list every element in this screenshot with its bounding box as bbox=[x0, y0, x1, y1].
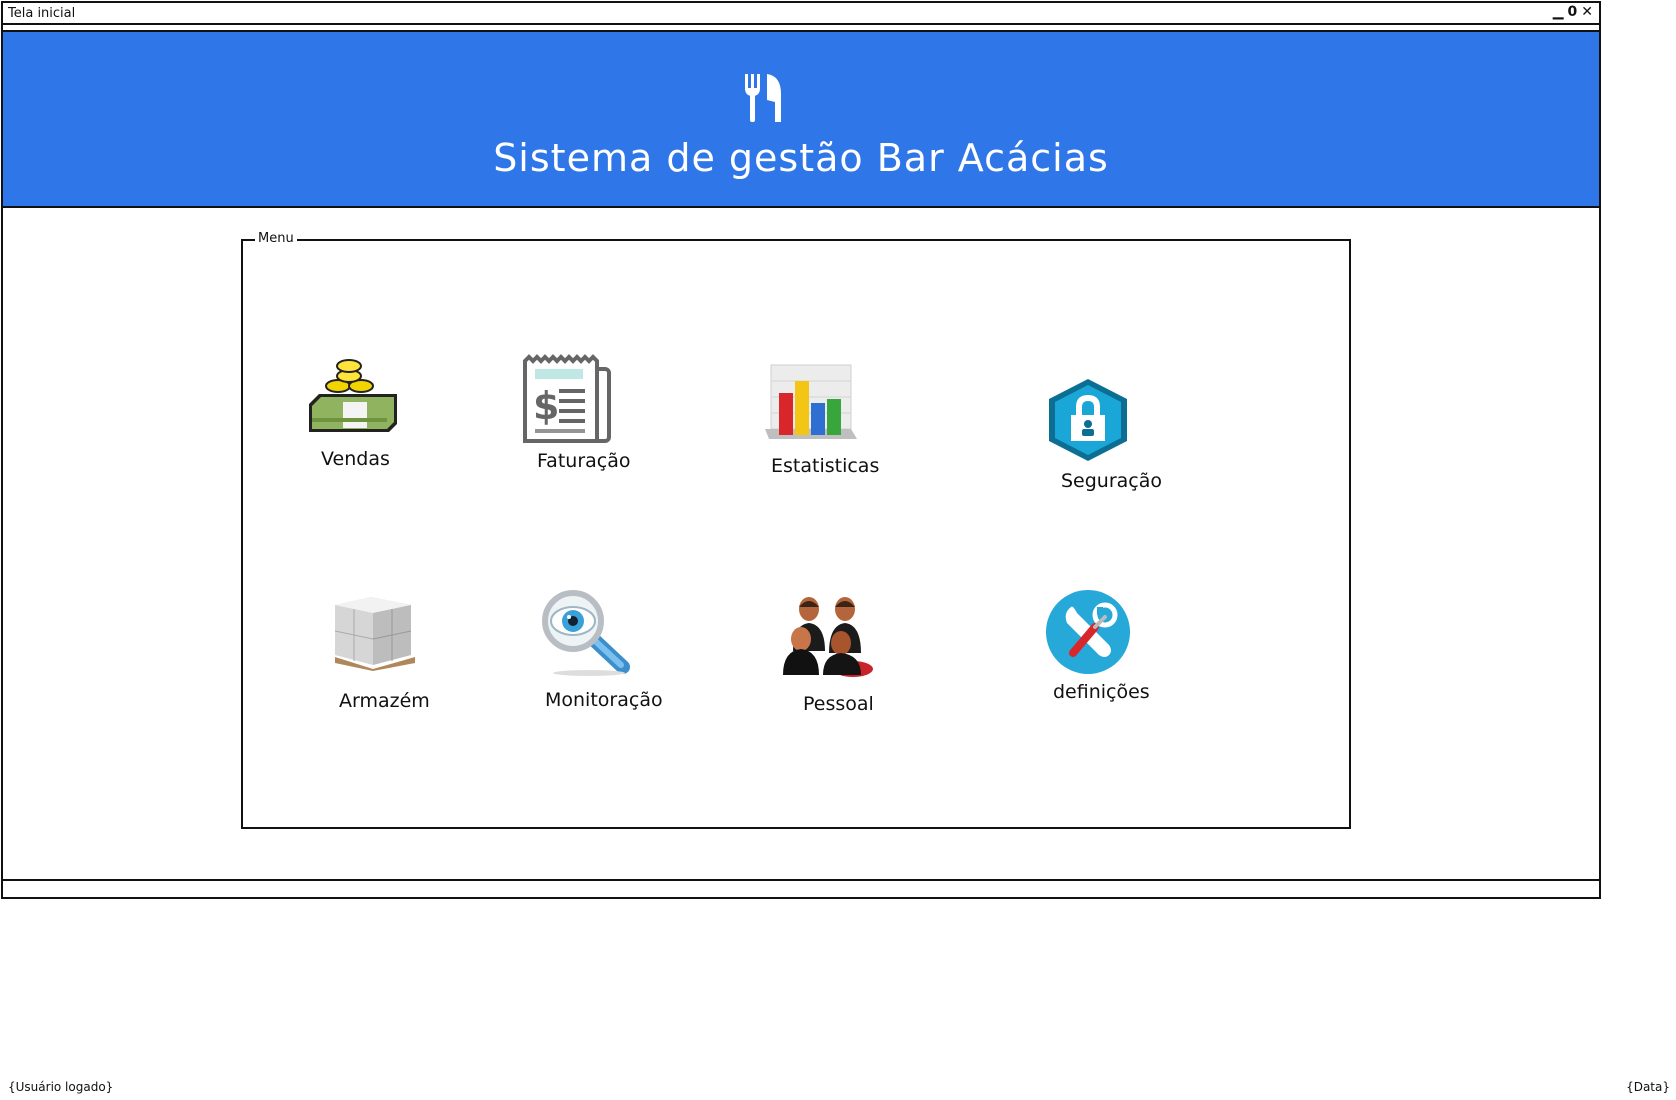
minimize-icon[interactable]: ▁ bbox=[1553, 4, 1564, 20]
magnifier-icon bbox=[542, 590, 630, 676]
menu-legend: Menu bbox=[255, 231, 297, 246]
menu-item-definicoes[interactable]: definições bbox=[1043, 587, 1183, 707]
title-bar: Tela inicial ▁ 0 ✕ bbox=[3, 3, 1599, 25]
main-window: Tela inicial ▁ 0 ✕ Sistema de gestão Bar… bbox=[1, 1, 1601, 899]
window-controls: ▁ 0 ✕ bbox=[1553, 4, 1593, 20]
logged-user-label: {Usuário logado} bbox=[8, 1080, 114, 1094]
people-icon bbox=[783, 597, 873, 677]
app-title: Sistema de gestão Bar Acácias bbox=[493, 136, 1109, 180]
menu-item-label: Faturação bbox=[537, 450, 631, 472]
menu-item-label: Seguração bbox=[1061, 470, 1163, 492]
fork-knife-icon bbox=[745, 74, 781, 122]
money-stack-icon bbox=[309, 359, 397, 432]
menu-item-faturacao[interactable]: $ Faturação bbox=[521, 353, 631, 473]
menu-item-label: Armazém bbox=[339, 690, 430, 712]
menu-item-estatisticas[interactable]: Estatisticas bbox=[763, 363, 903, 483]
menu-item-label: Estatisticas bbox=[771, 455, 880, 477]
window-title: Tela inicial bbox=[8, 6, 76, 21]
close-icon[interactable]: ✕ bbox=[1581, 4, 1593, 20]
boxes-icon bbox=[334, 597, 415, 671]
menu-item-label: Vendas bbox=[321, 448, 390, 470]
invoice-icon: $ bbox=[523, 354, 611, 443]
menu-item-monitoracao[interactable]: Monitoração bbox=[539, 589, 679, 711]
app-header: Sistema de gestão Bar Acácias bbox=[3, 30, 1599, 208]
lock-icon bbox=[1049, 379, 1127, 461]
menu-group: Menu Vendas $ Faturação Estatisticas Seg… bbox=[241, 231, 1351, 829]
status-bar bbox=[3, 879, 1599, 899]
menu-item-vendas[interactable]: Vendas bbox=[303, 358, 413, 470]
tools-icon bbox=[1046, 590, 1130, 674]
menu-item-label: Monitoração bbox=[545, 689, 663, 711]
menu-item-label: Pessoal bbox=[803, 693, 874, 715]
bar-chart-icon bbox=[765, 364, 857, 439]
maximize-icon[interactable]: 0 bbox=[1568, 4, 1578, 20]
menu-item-armazem[interactable]: Armazém bbox=[329, 591, 469, 712]
date-label: {Data} bbox=[1626, 1080, 1670, 1094]
menu-item-label: definições bbox=[1053, 681, 1150, 703]
menu-item-pessoal[interactable]: Pessoal bbox=[779, 595, 919, 715]
svg-text:$: $ bbox=[533, 384, 559, 428]
menu-item-seguracao[interactable]: Seguração bbox=[1043, 377, 1183, 497]
